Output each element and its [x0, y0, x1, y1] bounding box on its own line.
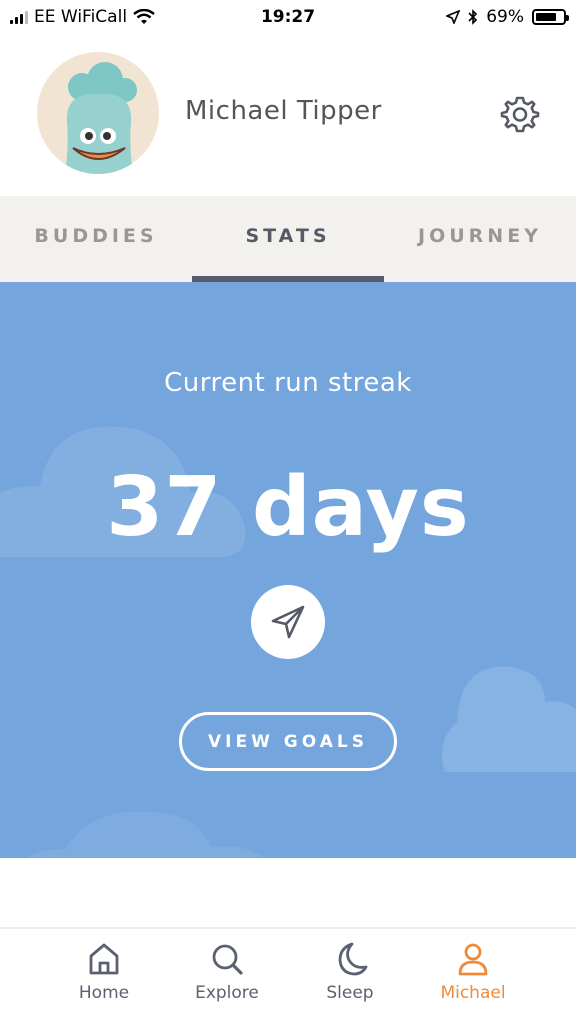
bottom-nav: Home Explore Sleep Michael — [0, 927, 576, 1024]
battery-icon — [532, 9, 569, 25]
tab-journey[interactable]: JOURNEY — [384, 196, 576, 282]
nav-explore[interactable]: Explore — [177, 941, 277, 1021]
status-bar: EE WiFiCall 19:27 69% — [0, 0, 576, 34]
nav-profile-label: Michael — [440, 983, 506, 1003]
nav-profile[interactable]: Michael — [423, 941, 523, 1021]
signal-icon — [10, 10, 28, 24]
nav-explore-label: Explore — [195, 983, 259, 1003]
location-arrow-icon — [446, 10, 461, 24]
wifi-icon — [133, 9, 155, 24]
stats-panel: Current run streak 37 days VIEW GOALS — [0, 282, 576, 858]
streak-value: 37 days — [106, 460, 470, 555]
moon-icon — [338, 942, 368, 976]
avatar[interactable] — [37, 52, 159, 174]
home-icon — [89, 943, 119, 975]
profile-header: Michael Tipper — [0, 34, 576, 196]
cloud-decoration — [442, 666, 576, 772]
carrier-label: EE WiFiCall — [34, 7, 128, 27]
status-right: 69% — [446, 7, 569, 27]
streak-label: Current run streak — [164, 368, 412, 398]
profile-name: Michael Tipper — [185, 96, 382, 126]
search-icon — [212, 944, 243, 975]
status-left: EE WiFiCall — [10, 7, 155, 27]
gear-icon — [500, 96, 540, 133]
settings-button[interactable] — [500, 94, 540, 134]
tab-buddies[interactable]: BUDDIES — [0, 196, 192, 282]
nav-home[interactable]: Home — [54, 941, 154, 1021]
nav-sleep[interactable]: Sleep — [300, 941, 400, 1021]
person-icon — [458, 943, 488, 976]
battery-percent: 69% — [486, 7, 524, 27]
send-icon — [271, 605, 305, 639]
view-goals-button[interactable]: VIEW GOALS — [179, 712, 397, 771]
cloud-decoration — [27, 811, 264, 858]
profile-tabs: BUDDIES STATS JOURNEY — [0, 196, 576, 282]
nav-home-label: Home — [78, 983, 130, 1003]
share-button[interactable] — [251, 585, 325, 659]
tab-stats[interactable]: STATS — [192, 196, 384, 282]
bluetooth-icon — [468, 9, 478, 25]
nav-sleep-label: Sleep — [326, 983, 374, 1003]
avatar-character-icon — [65, 62, 137, 174]
